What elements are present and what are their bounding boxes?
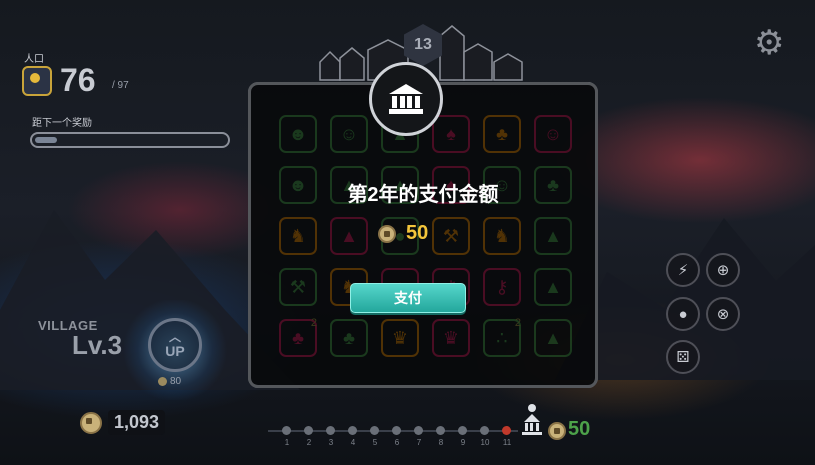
timeline-tick xyxy=(458,426,467,435)
timeline-tick-label: 5 xyxy=(372,438,378,447)
timeline-tick-label: 11 xyxy=(502,438,512,447)
payment-amount-row: 50 xyxy=(378,222,428,245)
temple-icon xyxy=(389,84,423,114)
target-icon[interactable]: ⊗ xyxy=(706,297,740,331)
timeline-tick xyxy=(436,426,445,435)
timeline-tick-label: 4 xyxy=(350,438,356,447)
timeline-tick-label: 7 xyxy=(416,438,422,447)
village-level: Lv.3 xyxy=(72,330,123,360)
level-up-cost-value: 80 xyxy=(170,376,182,387)
chevron-up-icon: ︿ xyxy=(168,330,181,344)
timeline-tick xyxy=(304,426,313,435)
timeline-tick xyxy=(282,426,291,435)
payment-title: 第2年的支付金额 xyxy=(347,184,499,206)
coin-icon xyxy=(548,422,566,440)
next-reward-label: 距下一个奖励 xyxy=(32,118,92,129)
level-up-button[interactable]: ︿ UP xyxy=(148,318,202,372)
population-max: / 97 xyxy=(112,80,129,91)
next-reward-progress-fill xyxy=(35,137,58,143)
timeline-tick xyxy=(348,426,357,435)
coin-icon xyxy=(158,377,167,386)
year-timeline: 1 2 3 4 5 6 7 8 9 10 11 xyxy=(268,424,518,454)
next-reward-progress-bar xyxy=(30,132,230,148)
timeline-tick-label: 9 xyxy=(460,438,466,447)
level-up-label: UP xyxy=(165,343,185,359)
temple-badge xyxy=(369,62,443,136)
apple-icon[interactable]: ● xyxy=(666,297,700,331)
timeline-tick-label: 1 xyxy=(284,438,290,447)
pay-button[interactable]: 支付 xyxy=(350,283,466,313)
population-label: 人口 xyxy=(24,54,44,65)
population-value: 76 xyxy=(60,62,96,98)
level-up-cost: 80 xyxy=(158,376,181,387)
money-value: 1,093 xyxy=(108,410,166,435)
money-display: 1,093 xyxy=(80,410,166,435)
timeline-tick-label: 2 xyxy=(306,438,312,447)
coin-icon xyxy=(80,411,102,434)
timeline-tick xyxy=(326,426,335,435)
bolt-icon[interactable]: ⚡ xyxy=(666,253,700,287)
timeline-tick xyxy=(502,426,511,435)
timeline-tick-label: 10 xyxy=(480,438,490,447)
temple-payment-icon xyxy=(522,404,542,435)
crosshair-icon[interactable]: ⊕ xyxy=(706,253,740,287)
settings-gear-icon[interactable]: ⚙ xyxy=(754,26,784,60)
timeline-tick xyxy=(414,426,423,435)
timeline-tick-label: 8 xyxy=(438,438,444,447)
timeline-tick-label: 3 xyxy=(328,438,334,447)
coin-icon xyxy=(378,224,396,243)
dice-icon[interactable]: ⚄ xyxy=(666,340,700,374)
population-icon xyxy=(22,66,52,96)
next-payment-amount: 50 xyxy=(568,418,591,440)
payment-amount: 50 xyxy=(406,222,429,244)
timeline-tick xyxy=(370,426,379,435)
timeline-tick xyxy=(480,426,489,435)
timeline-tick-label: 6 xyxy=(394,438,400,447)
timeline-tick xyxy=(392,426,401,435)
